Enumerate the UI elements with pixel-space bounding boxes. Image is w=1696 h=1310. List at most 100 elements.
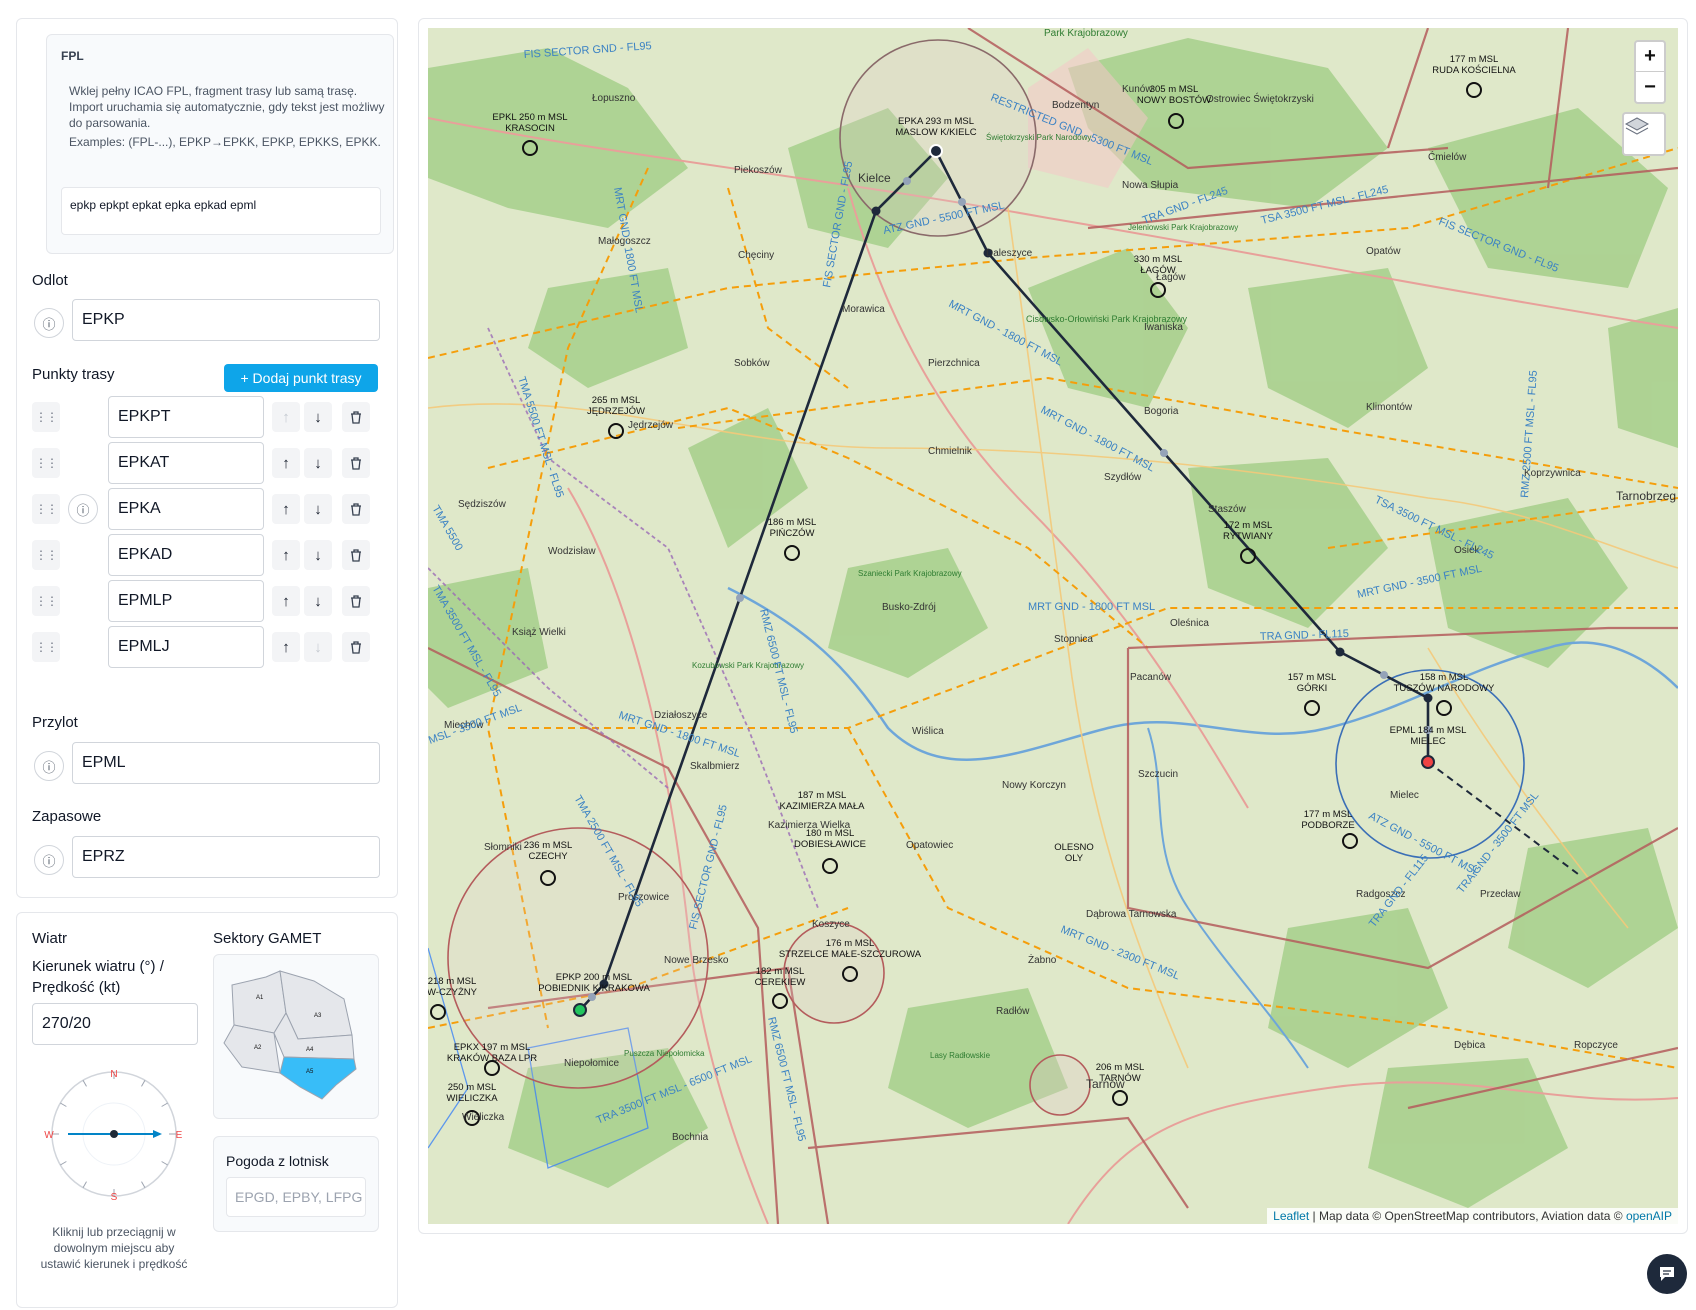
departure-label: Odlot bbox=[32, 272, 68, 289]
gamet-sector-a5[interactable] bbox=[279, 1056, 357, 1100]
svg-text:Busko-Zdrój: Busko-Zdrój bbox=[882, 602, 936, 613]
svg-text:Klimontów: Klimontów bbox=[1366, 402, 1413, 413]
move-down-button[interactable]: ↓ bbox=[304, 494, 332, 524]
delete-waypoint-button[interactable] bbox=[342, 402, 370, 432]
svg-text:CZECHY: CZECHY bbox=[528, 851, 568, 862]
svg-text:Bogoria: Bogoria bbox=[1144, 406, 1179, 417]
alternate-info-button[interactable]: ⓘ bbox=[34, 845, 64, 875]
gamet-sector-a2[interactable] bbox=[223, 1024, 281, 1074]
move-down-button[interactable]: ↓ bbox=[304, 448, 332, 478]
svg-text:MRT GND - 1800 FT MSL: MRT GND - 1800 FT MSL bbox=[1028, 601, 1155, 613]
drag-handle-icon[interactable]: ⋮⋮ bbox=[32, 402, 60, 432]
add-waypoint-button[interactable]: + Dodaj punkt trasy bbox=[224, 364, 378, 392]
move-up-button[interactable]: ↑ bbox=[272, 494, 300, 524]
waypoint-input[interactable]: EPKAD bbox=[108, 534, 264, 576]
waypoint-input[interactable]: EPKAT bbox=[108, 442, 264, 484]
svg-text:EPKL 250 m MSL: EPKL 250 m MSL bbox=[492, 112, 567, 123]
move-down-button[interactable]: ↓ bbox=[304, 586, 332, 616]
fpl-input[interactable]: epkp epkpt epkat epka epkad epml bbox=[61, 187, 381, 235]
svg-text:158 m MSL: 158 m MSL bbox=[1420, 672, 1469, 683]
svg-text:Pierzchnica: Pierzchnica bbox=[928, 358, 980, 369]
svg-text:KRAKÓW BAZA LPR: KRAKÓW BAZA LPR bbox=[447, 1053, 537, 1064]
svg-text:Bodzentyn: Bodzentyn bbox=[1052, 100, 1099, 111]
wind-field-label: Kierunek wiatru (°) / Prędkość (kt) bbox=[32, 958, 164, 996]
waypoint-info-button[interactable]: ⓘ bbox=[68, 494, 98, 524]
waypoint-input[interactable]: EPKPT bbox=[108, 396, 264, 438]
alternate-input[interactable]: EPRZ bbox=[72, 836, 380, 878]
zoom-out-button[interactable]: − bbox=[1636, 72, 1664, 102]
drag-handle-icon[interactable]: ⋮⋮ bbox=[32, 448, 60, 478]
wind-compass[interactable]: N E S W bbox=[44, 1064, 184, 1204]
svg-text:Nowy Korczyn: Nowy Korczyn bbox=[1002, 780, 1066, 791]
arrival-input[interactable]: EPML bbox=[72, 742, 380, 784]
svg-text:Wodzisław: Wodzisław bbox=[548, 546, 596, 557]
svg-text:Dębica: Dębica bbox=[1454, 1040, 1486, 1051]
fpl-import-box: FPL Wklej pełny ICAO FPL, fragment trasy… bbox=[46, 34, 394, 254]
airport-weather-title: Pogoda z lotnisk bbox=[226, 1153, 329, 1169]
waypoint-input[interactable]: EPMLP bbox=[108, 580, 264, 622]
delete-waypoint-button[interactable] bbox=[342, 494, 370, 524]
move-up-button[interactable]: ↑ bbox=[272, 540, 300, 570]
zoom-in-button[interactable]: + bbox=[1636, 42, 1664, 72]
svg-text:Pacanów: Pacanów bbox=[1130, 672, 1172, 683]
gamet-sector-map[interactable]: A1 A2 A3 A4 A5 bbox=[213, 954, 379, 1119]
svg-text:Nowa Słupia: Nowa Słupia bbox=[1122, 180, 1179, 191]
move-down-button[interactable]: ↓ bbox=[304, 402, 332, 432]
leaflet-link[interactable]: Leaflet bbox=[1273, 1209, 1309, 1223]
svg-text:Wieliczka: Wieliczka bbox=[462, 1112, 505, 1123]
drag-handle-icon[interactable]: ⋮⋮ bbox=[32, 586, 60, 616]
airport-weather-input[interactable]: EPGD, EPBY, LFPG bbox=[226, 1177, 366, 1217]
delete-waypoint-button[interactable] bbox=[342, 586, 370, 616]
svg-text:Bochnia: Bochnia bbox=[672, 1132, 709, 1143]
delete-waypoint-button[interactable] bbox=[342, 632, 370, 662]
waypoint-input[interactable]: EPKA bbox=[108, 488, 264, 530]
delete-waypoint-button[interactable] bbox=[342, 448, 370, 478]
gamet-label-a5: A5 bbox=[306, 1069, 314, 1075]
departure-input[interactable]: EPKP bbox=[72, 299, 380, 341]
departure-info-button[interactable]: ⓘ bbox=[34, 308, 64, 338]
svg-text:MASLOW K/KIELC: MASLOW K/KIELC bbox=[895, 127, 976, 138]
arrival-info-button[interactable]: ⓘ bbox=[34, 751, 64, 781]
gamet-sector-a1[interactable] bbox=[231, 970, 287, 1034]
drag-handle-icon[interactable]: ⋮⋮ bbox=[32, 540, 60, 570]
compass-e: E bbox=[176, 1130, 183, 1141]
svg-text:Oleśnica: Oleśnica bbox=[1170, 618, 1209, 629]
svg-text:Chęciny: Chęciny bbox=[738, 250, 774, 261]
move-down-button[interactable]: ↓ bbox=[304, 540, 332, 570]
map[interactable]: Park Krajobrazowy Łopuszno Piekoszów Kie… bbox=[428, 28, 1678, 1224]
info-icon: ⓘ bbox=[42, 853, 56, 869]
svg-text:250 m MSL: 250 m MSL bbox=[448, 1082, 497, 1093]
svg-text:236 m MSL: 236 m MSL bbox=[524, 840, 573, 851]
layers-button[interactable] bbox=[1622, 112, 1666, 156]
move-up-button[interactable]: ↑ bbox=[272, 448, 300, 478]
svg-text:WIELICZKA: WIELICZKA bbox=[446, 1093, 498, 1104]
wind-title: Wiatr bbox=[32, 930, 67, 947]
wind-input[interactable]: 270/20 bbox=[32, 1003, 198, 1045]
svg-text:PIŃCZÓW: PIŃCZÓW bbox=[770, 528, 815, 539]
gamet-label-a3: A3 bbox=[314, 1013, 322, 1019]
delete-waypoint-button[interactable] bbox=[342, 540, 370, 570]
svg-text:Opatów: Opatów bbox=[1366, 246, 1401, 257]
alternate-label: Zapasowe bbox=[32, 808, 102, 825]
waypoint-input[interactable]: EPMLJ bbox=[108, 626, 264, 668]
svg-text:MSL - 3500 FT MSL: MSL - 3500 FT MSL bbox=[428, 702, 524, 747]
move-up-button[interactable]: ↑ bbox=[272, 632, 300, 662]
svg-text:TMA 5500: TMA 5500 bbox=[429, 504, 464, 553]
openaip-link[interactable]: openAIP bbox=[1626, 1209, 1672, 1223]
move-up-button[interactable]: ↑ bbox=[272, 402, 300, 432]
gamet-label-a2: A2 bbox=[254, 1045, 262, 1051]
svg-text:Słomniki: Słomniki bbox=[484, 842, 522, 853]
waypoint-row: ⋮⋮ EPKAT ↑ ↓ bbox=[32, 442, 380, 484]
svg-text:Cisowsko-Orłowiński Park Krajo: Cisowsko-Orłowiński Park Krajobrazowy bbox=[1026, 314, 1188, 324]
svg-text:POBIEDNIK K/KRAKOWA: POBIEDNIK K/KRAKOWA bbox=[538, 983, 650, 994]
move-down-button[interactable]: ↓ bbox=[304, 632, 332, 662]
svg-text:Książ Wielki: Książ Wielki bbox=[512, 627, 566, 638]
fpl-help-text: Wklej pełny ICAO FPL, fragment trasy lub… bbox=[69, 84, 385, 130]
drag-handle-icon[interactable]: ⋮⋮ bbox=[32, 494, 60, 524]
svg-text:Tarnobrzeg: Tarnobrzeg bbox=[1616, 489, 1676, 503]
chat-button[interactable] bbox=[1647, 1254, 1687, 1294]
move-up-button[interactable]: ↑ bbox=[272, 586, 300, 616]
drag-handle-icon[interactable]: ⋮⋮ bbox=[32, 632, 60, 662]
svg-text:DOBIESŁAWICE: DOBIESŁAWICE bbox=[794, 839, 866, 850]
svg-text:Koszyce: Koszyce bbox=[812, 919, 850, 930]
